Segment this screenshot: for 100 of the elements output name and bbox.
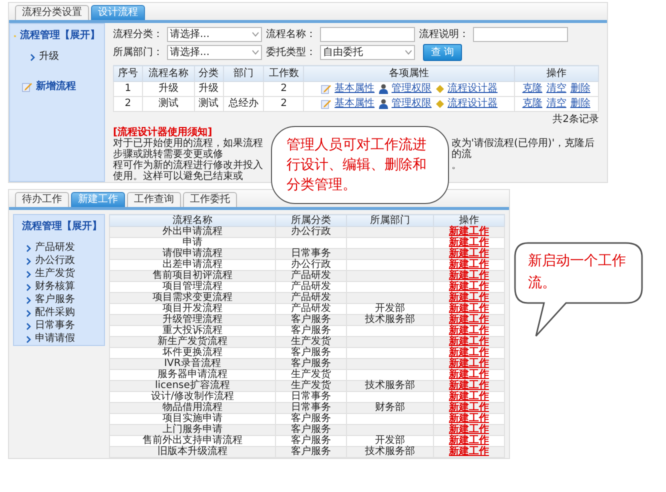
table-cell: license扩容流程 xyxy=(154,380,230,391)
table-cell: 技术服务部 xyxy=(364,380,415,391)
table-cell: 测试 xyxy=(198,98,219,109)
field-label: 流程说明： xyxy=(419,28,469,42)
sidebar-item[interactable]: 产品研发 xyxy=(35,242,75,254)
column-header: 部门 xyxy=(223,66,264,82)
property-link[interactable]: 流程设计器 xyxy=(448,98,498,110)
new-flow-link[interactable]: 新增流程 xyxy=(36,79,76,94)
property-link[interactable]: 管理权限 xyxy=(392,83,432,95)
select-field[interactable]: 自由委托 xyxy=(320,45,415,60)
callout-text: 新启动一个工作流。 xyxy=(528,252,627,293)
pencil-icon xyxy=(22,82,32,92)
table-cell: 客户服务 xyxy=(290,347,331,358)
table-cell: 产品研发 xyxy=(290,292,331,303)
callout-text: 管理人员可对工作流进行设计、编辑、删除和分类管理。 xyxy=(271,126,450,204)
table-cell: 请假申请流程 xyxy=(162,248,222,259)
table-cell: 测试 xyxy=(158,98,178,109)
table-cell: 外出申请流程 xyxy=(162,226,222,237)
sidebar-item[interactable]: 日常事务 xyxy=(35,320,75,332)
table-cell: 技术服务部 xyxy=(364,446,415,457)
property-link[interactable]: 基本属性 xyxy=(334,83,375,95)
table-cell: 服务器申请流程 xyxy=(157,369,228,380)
notice-title: [流程设计器使用须知] xyxy=(113,127,214,138)
table-cell: 2 xyxy=(280,98,287,109)
sidebar-item[interactable]: 客户服务 xyxy=(35,294,75,306)
table-cell: 升级 xyxy=(198,83,219,94)
column-header: 流程名称 xyxy=(142,66,194,82)
table-cell: 项目需求变更流程 xyxy=(152,292,232,303)
table-cell: 2 xyxy=(124,98,132,109)
table-cell: 售前项目初评流程 xyxy=(152,270,232,281)
input-field[interactable] xyxy=(320,27,415,42)
table-cell: 2 xyxy=(280,83,287,94)
input-field[interactable] xyxy=(473,27,568,42)
table-cell: 财务部 xyxy=(374,402,405,413)
action-link[interactable]: 删除 xyxy=(570,83,590,95)
action-link[interactable]: 克隆 xyxy=(522,83,542,95)
caret-icon xyxy=(405,50,412,55)
field-label: 流程分类： xyxy=(113,28,163,42)
table-cell: 升级 xyxy=(158,83,178,94)
sidebar-title[interactable]: 流程管理【展开】 xyxy=(20,28,100,43)
table-cell: 申请 xyxy=(182,237,202,248)
table-cell: 新生产发货流程 xyxy=(157,336,228,347)
field-label: 所属部门： xyxy=(113,46,163,60)
action-link[interactable]: 删除 xyxy=(570,98,590,110)
property-link[interactable]: 基本属性 xyxy=(334,98,375,110)
sidebar-item[interactable]: 办公行政 xyxy=(35,255,75,267)
table-cell: 客户服务 xyxy=(290,358,331,369)
table-cell: 客户服务 xyxy=(290,424,331,435)
notice-text: 改为'请假流程(已停用)'，克隆后的流 xyxy=(451,138,596,160)
sidebar-title[interactable]: 流程管理【展开】 xyxy=(22,219,102,234)
property-link[interactable]: 管理权限 xyxy=(392,98,432,110)
notice-text: 对于已开始使用的流程，如果流程步骤或跳转需要变更或修 xyxy=(113,138,264,160)
person-icon xyxy=(378,84,388,94)
sidebar-item[interactable]: 升级 xyxy=(39,51,59,63)
table-cell: 坏件更换流程 xyxy=(162,347,222,358)
column-header: 各项属性 xyxy=(304,66,514,82)
table-cell: 上门服务申请 xyxy=(162,424,222,435)
table-cell: 升级管理流程 xyxy=(162,314,222,325)
sidebar-item[interactable]: 生产发货 xyxy=(35,268,75,280)
table-cell: 总经办 xyxy=(228,98,258,109)
column-header: 操作 xyxy=(514,66,598,82)
tab[interactable]: 工作查询 xyxy=(127,192,181,207)
table-cell: 客户服务 xyxy=(290,413,331,424)
column-header: 流程名称 xyxy=(110,214,276,226)
action-link[interactable]: 清空 xyxy=(546,98,566,110)
table-cell: 物品借用流程 xyxy=(162,402,222,413)
table-cell: 技术服务部 xyxy=(364,314,415,325)
table-cell: 办公行政 xyxy=(290,259,331,270)
table-cell: IVR录音流程 xyxy=(164,358,221,369)
sidebar-item[interactable]: 财务核算 xyxy=(35,281,75,293)
table-cell: 售前外出支持申请流程 xyxy=(142,435,242,446)
column-header: 操作 xyxy=(433,214,504,226)
tab[interactable]: 流程分类设置 xyxy=(15,5,89,20)
table-cell: 客户服务 xyxy=(290,314,331,325)
table-cell: 出差申请流程 xyxy=(162,259,222,270)
tab[interactable]: 待办工作 xyxy=(15,192,69,207)
select-field[interactable]: 请选择... xyxy=(167,45,262,60)
sidebar-item[interactable]: 配件采购 xyxy=(35,307,75,319)
property-link[interactable]: 流程设计器 xyxy=(448,83,498,95)
action-link[interactable]: 清空 xyxy=(546,83,566,95)
table-cell: 产品研发 xyxy=(290,281,331,292)
person-icon xyxy=(378,99,388,109)
table-cell: 设计/修改制作流程 xyxy=(150,391,234,402)
sidebar-item[interactable]: 申请请假 xyxy=(35,333,75,345)
column-header: 工作数 xyxy=(264,66,304,82)
table-cell: 办公行政 xyxy=(290,226,331,237)
table-cell: 开发部 xyxy=(374,435,405,446)
tab[interactable]: 工作委托 xyxy=(183,192,237,207)
field-label: 流程名称： xyxy=(266,28,316,42)
notice-text: 。 xyxy=(451,160,462,171)
table-cell: 客户服务 xyxy=(290,446,331,457)
select-field[interactable]: 请选择... xyxy=(167,27,262,42)
table-cell: 日常事务 xyxy=(290,248,331,259)
table-cell: 客户服务 xyxy=(290,435,331,446)
table-cell: 产品研发 xyxy=(290,303,331,314)
table-cell: 客户服务 xyxy=(290,325,331,336)
record-count: 共2条记录 xyxy=(552,112,599,127)
caret-icon xyxy=(252,32,259,37)
action-link[interactable]: 克隆 xyxy=(522,98,542,110)
table-cell: 重大投诉流程 xyxy=(162,325,222,336)
